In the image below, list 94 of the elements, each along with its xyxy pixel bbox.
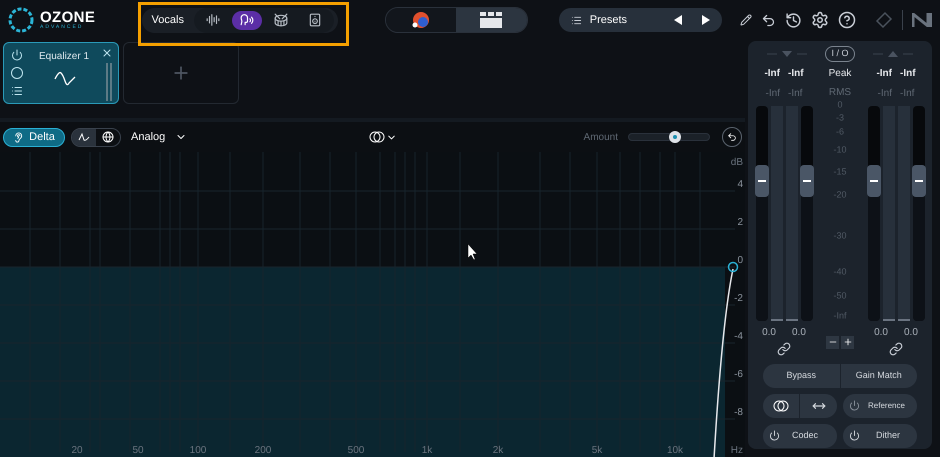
db-label: -2 — [734, 292, 743, 306]
speaker-icon — [308, 13, 322, 27]
frequency-label: 10k — [666, 444, 684, 457]
help-icon[interactable] — [838, 11, 856, 29]
frequency-label: 100 — [190, 444, 206, 457]
drum-icon — [274, 13, 288, 27]
amount-slider[interactable] — [628, 133, 710, 141]
amount-label: Amount — [584, 130, 618, 144]
gain-value: 0.0 — [762, 326, 776, 340]
peak-label: Peak — [828, 66, 852, 80]
logo-icon — [8, 7, 34, 33]
rms-reading: -Inf — [788, 86, 802, 100]
io-button[interactable]: I / O — [825, 46, 854, 62]
voice-icon — [240, 13, 254, 27]
db-unit: dB — [730, 156, 743, 170]
hardware-icon — [875, 11, 893, 29]
frequency-label: 1k — [422, 444, 432, 457]
fader-handle[interactable] — [800, 164, 814, 197]
link-icon[interactable] — [777, 342, 791, 356]
rms-reading: -Inf — [900, 86, 914, 100]
globe-icon — [102, 131, 114, 143]
hz-unit: Hz — [730, 444, 743, 457]
frequency-label: 5k — [592, 444, 602, 457]
bypass-button[interactable]: Bypass — [763, 364, 840, 388]
rms-reading: -Inf — [766, 86, 780, 100]
settings-icon[interactable] — [811, 11, 829, 29]
codec-button[interactable]: Codec — [763, 424, 837, 448]
frequency-label: 2k — [492, 444, 504, 457]
dither-button[interactable]: Dither — [843, 424, 917, 448]
view-toggle[interactable] — [386, 8, 456, 32]
db-label: 4 — [737, 178, 743, 192]
presets-button[interactable]: Presets — [558, 8, 722, 32]
peak-reading: -Inf — [788, 66, 804, 80]
undo-icon[interactable] — [761, 12, 776, 28]
power-icon[interactable] — [11, 49, 23, 61]
frequency-label: 500 — [348, 444, 364, 457]
reset-icon — [727, 132, 737, 142]
power-icon — [849, 430, 860, 441]
frequency-label: 20 — [71, 444, 83, 457]
gain-value: 0.0 — [792, 326, 806, 340]
gain-value: 0.0 — [874, 326, 888, 340]
input-arrow-icon — [767, 50, 808, 57]
peak-reading: -Inf — [900, 66, 916, 80]
peak-reading: -Inf — [876, 66, 892, 80]
close-icon[interactable] — [101, 47, 113, 59]
stereo-icon — [369, 131, 386, 143]
logo-text: OZONE — [40, 10, 96, 25]
modules-icon — [479, 11, 504, 29]
db-label: 0 — [737, 254, 743, 268]
fader-handle[interactable] — [912, 164, 926, 197]
module-name: Equalizer 1 — [39, 50, 90, 64]
plus-icon — [842, 337, 852, 347]
gain-match-button[interactable]: Gain Match — [840, 364, 917, 388]
stereo-dropdown[interactable] — [369, 131, 398, 143]
orb-icon — [410, 9, 432, 31]
db-label: -6 — [734, 368, 743, 382]
pencil-icon[interactable] — [740, 14, 752, 26]
assistant-label: Vocals — [152, 12, 184, 28]
graph-view-button[interactable] — [72, 128, 96, 146]
stereo-icon — [773, 400, 789, 412]
frequency-label: 50 — [132, 444, 144, 457]
previous-icon[interactable] — [674, 15, 683, 25]
view-toggle[interactable] — [456, 8, 527, 32]
fader-handle[interactable] — [754, 164, 768, 197]
next-icon[interactable] — [701, 15, 710, 25]
gain-value: 0.0 — [904, 326, 918, 340]
refresh-button[interactable] — [722, 127, 742, 147]
module-card[interactable]: Equalizer 1 — [3, 42, 119, 104]
mode-button[interactable] — [232, 10, 262, 30]
db-label: -4 — [734, 330, 743, 344]
mode-dropdown[interactable]: Analog — [131, 128, 188, 146]
power-icon — [769, 430, 780, 441]
solo-button[interactable] — [11, 67, 23, 79]
fader-handle[interactable] — [866, 164, 880, 197]
rms-reading: -Inf — [878, 86, 892, 100]
add-module-button[interactable] — [123, 42, 239, 104]
link-icon[interactable] — [889, 342, 903, 356]
db-label: -8 — [734, 406, 743, 420]
frequency-label: 200 — [254, 444, 272, 457]
output-arrow-icon — [872, 50, 913, 57]
brand-icon — [912, 13, 932, 27]
db-label: 2 — [737, 216, 743, 230]
rms-label: RMS — [828, 86, 852, 100]
curve-icon — [78, 132, 90, 142]
power-icon — [849, 400, 860, 411]
delta-button[interactable]: Delta — [3, 128, 65, 146]
plus-button[interactable] — [841, 336, 854, 348]
reference-button[interactable]: Reference — [843, 394, 917, 418]
waveform-icon — [206, 13, 220, 27]
peak-reading: -Inf — [764, 66, 780, 80]
slider-thumb[interactable] — [669, 131, 682, 143]
minus-button[interactable] — [826, 336, 839, 348]
history-icon[interactable] — [785, 12, 802, 28]
ear-icon — [13, 132, 24, 142]
